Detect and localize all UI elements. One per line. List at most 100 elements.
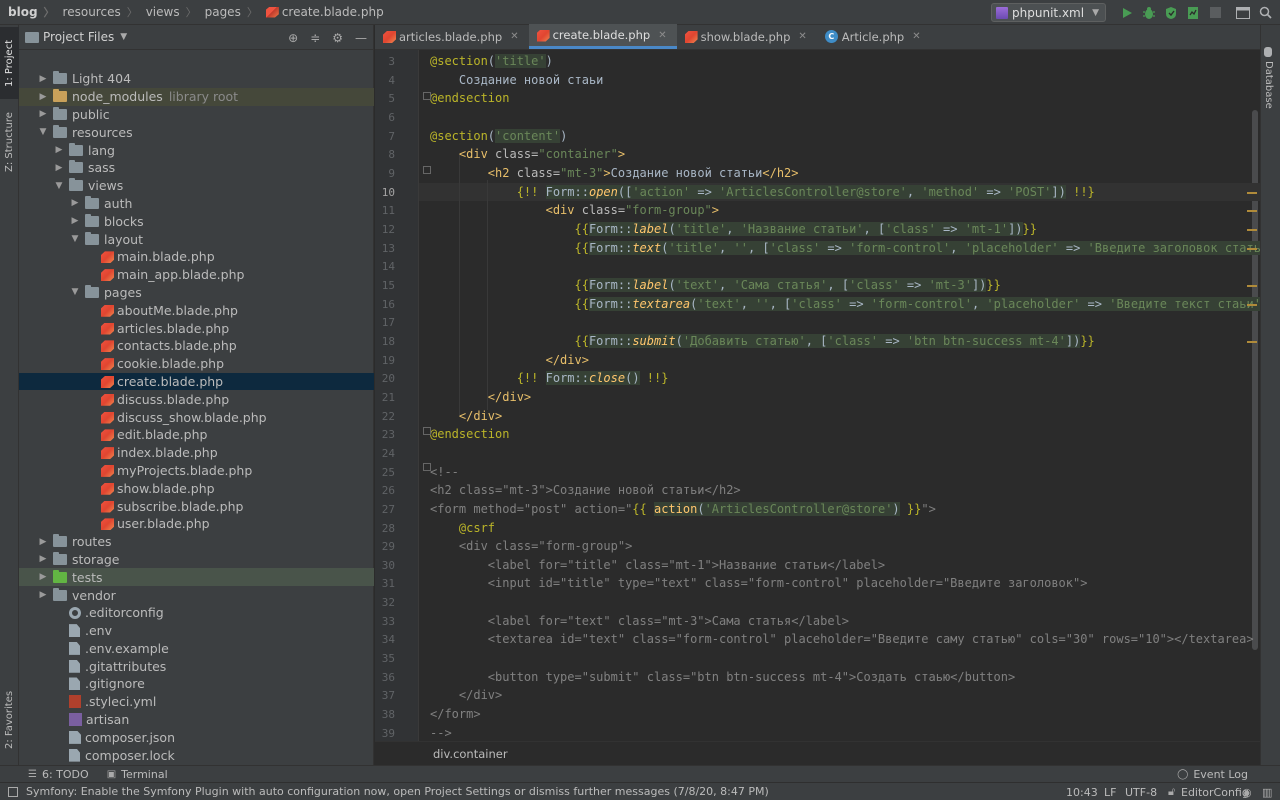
code-line[interactable]: @endsection bbox=[430, 425, 509, 444]
breadcrumb-project[interactable]: blog 〉 bbox=[0, 0, 59, 25]
search-everywhere-icon[interactable] bbox=[1254, 0, 1276, 25]
code-line[interactable]: {!! Form::open(['action' => 'ArticlesCon… bbox=[419, 182, 1260, 202]
tree-folder[interactable]: ▶ auth bbox=[19, 195, 374, 213]
coverage-icon[interactable] bbox=[1160, 0, 1182, 25]
notification-icon[interactable] bbox=[8, 787, 18, 797]
code-line[interactable]: @csrf bbox=[430, 519, 495, 538]
inspector-icon[interactable]: ◉ bbox=[1242, 783, 1252, 800]
tab-favorites[interactable]: 2: Favorites bbox=[0, 680, 19, 760]
code-line[interactable]: </div> bbox=[430, 407, 502, 426]
code-line[interactable]: <div class="form-group"> bbox=[430, 201, 719, 220]
tree-file[interactable]: .gitattributes bbox=[19, 657, 374, 675]
warning-marker[interactable] bbox=[1247, 210, 1257, 213]
chevron-right-icon[interactable]: ▶ bbox=[37, 92, 49, 102]
code-line[interactable]: <label for="title" class="mt-1">Название… bbox=[430, 556, 885, 575]
chevron-right-icon[interactable]: ▶ bbox=[37, 590, 49, 600]
fold-marker-icon[interactable] bbox=[423, 92, 431, 100]
tree-file[interactable]: show.blade.php bbox=[19, 479, 374, 497]
code-line[interactable]: --> bbox=[430, 724, 452, 743]
tree-file[interactable]: artisan bbox=[19, 711, 374, 729]
code-line[interactable]: {{Form::text('title', '', ['class' => 'f… bbox=[430, 239, 1260, 258]
code-line[interactable]: </div> bbox=[430, 686, 502, 705]
tree-file[interactable]: composer.lock bbox=[19, 746, 374, 764]
chevron-right-icon[interactable]: ▶ bbox=[53, 145, 65, 155]
tree-folder[interactable]: ▶ public bbox=[19, 106, 374, 124]
tree-folder[interactable]: ▼ pages bbox=[19, 284, 374, 302]
warning-marker[interactable] bbox=[1247, 284, 1257, 287]
collapse-all-icon[interactable]: ≑ bbox=[310, 31, 320, 45]
chevron-down-icon[interactable]: ▼ bbox=[53, 181, 65, 191]
line-separator[interactable]: LF bbox=[1104, 783, 1116, 800]
chevron-down-icon[interactable]: ▼ bbox=[37, 127, 49, 137]
tree-file[interactable]: main.blade.php bbox=[19, 248, 374, 266]
code-line[interactable]: <textarea id="text" class="form-control"… bbox=[430, 630, 1254, 649]
tree-file[interactable]: user.blade.php bbox=[19, 515, 374, 533]
code-area[interactable]: 3 4 5 6 7 8 9 10 11 12 13 14 15 16 17 18 19 20 21 22 23 24 25 2… bbox=[375, 50, 1260, 765]
tree-file[interactable]: .env bbox=[19, 622, 374, 640]
breadcrumb-tag[interactable]: div.container bbox=[433, 747, 508, 761]
tree-file[interactable]: main_app.blade.php bbox=[19, 266, 374, 284]
close-icon[interactable]: ✕ bbox=[912, 31, 920, 42]
code-line[interactable]: <button type="submit" class="btn btn-suc… bbox=[430, 668, 1015, 687]
debug-icon[interactable] bbox=[1138, 0, 1160, 25]
status-message[interactable]: Symfony: Enable the Symfony Plugin with … bbox=[26, 785, 769, 798]
tree-file[interactable]: index.blade.php bbox=[19, 444, 374, 462]
code-line[interactable]: </div> bbox=[430, 388, 531, 407]
chevron-down-icon[interactable]: ▼ bbox=[69, 287, 81, 297]
tree-folder[interactable]: ▶ vendor bbox=[19, 586, 374, 604]
code-line[interactable]: @section('content') bbox=[430, 127, 567, 146]
tree-folder[interactable]: ▶ node_modules library root bbox=[19, 87, 374, 106]
stop-icon[interactable] bbox=[1204, 0, 1226, 25]
code-line[interactable]: <div class="form-group"> bbox=[430, 537, 632, 556]
memory-indicator[interactable]: ▥ bbox=[1262, 783, 1272, 800]
breadcrumb-file[interactable]: create.blade.php bbox=[262, 0, 388, 25]
caret-position[interactable]: 10:43 bbox=[1066, 783, 1098, 800]
event-log-tab[interactable]: ◯ Event Log bbox=[1177, 768, 1248, 781]
project-view-title[interactable]: Project Files bbox=[43, 30, 114, 44]
tree-file[interactable]: .gitignore bbox=[19, 675, 374, 693]
code-line[interactable]: Создание новой стаьи bbox=[430, 71, 604, 90]
chevron-down-icon[interactable]: ▼ bbox=[69, 234, 81, 244]
close-icon[interactable]: ✕ bbox=[798, 31, 806, 42]
code-line[interactable]: <!-- bbox=[430, 463, 459, 482]
tree-folder[interactable]: ▶ routes bbox=[19, 533, 374, 551]
hide-icon[interactable]: — bbox=[355, 31, 367, 45]
warning-marker[interactable] bbox=[1247, 303, 1257, 306]
chevron-right-icon[interactable]: ▶ bbox=[37, 109, 49, 119]
editorconfig-status[interactable]: EditorConfig bbox=[1181, 783, 1249, 800]
tree-folder[interactable]: ▼ views bbox=[19, 177, 374, 195]
editor-tab[interactable]: create.blade.php ✕ bbox=[528, 24, 677, 49]
chevron-right-icon[interactable]: ▶ bbox=[53, 163, 65, 173]
code-line[interactable]: </form> bbox=[430, 705, 481, 724]
chevron-right-icon[interactable]: ▶ bbox=[37, 572, 49, 582]
breadcrumb-pages[interactable]: pages 〉 bbox=[201, 0, 262, 25]
editor-tab[interactable]: articles.blade.php ✕ bbox=[375, 24, 529, 49]
tree-file[interactable]: discuss_show.blade.php bbox=[19, 408, 374, 426]
code-line[interactable]: {{Form::label('title', 'Название статьи'… bbox=[430, 220, 1037, 239]
file-encoding[interactable]: UTF-8 bbox=[1125, 783, 1157, 800]
tree-file[interactable]: myProjects.blade.php bbox=[19, 462, 374, 480]
code-line[interactable]: <h2 class="mt-3">Создание новой статьи</… bbox=[430, 481, 741, 500]
code-line[interactable]: @endsection bbox=[430, 89, 509, 108]
tree-folder[interactable]: ▶ storage bbox=[19, 551, 374, 569]
profile-icon[interactable] bbox=[1182, 0, 1204, 25]
tree-folder[interactable]: ▶ tests bbox=[19, 568, 374, 587]
code-line[interactable]: {{Form::textarea('text', '', ['class' =>… bbox=[430, 295, 1260, 314]
code-line[interactable]: {{Form::label('text', 'Сама статья', ['c… bbox=[430, 276, 1001, 295]
layout-icon[interactable] bbox=[1232, 0, 1254, 25]
chevron-right-icon[interactable]: ▶ bbox=[37, 554, 49, 564]
breadcrumb-views[interactable]: views 〉 bbox=[142, 0, 201, 25]
warning-marker[interactable] bbox=[1247, 247, 1257, 250]
fold-marker-icon[interactable] bbox=[423, 166, 431, 174]
code-line[interactable]: @section('title') bbox=[430, 52, 553, 71]
code-line[interactable]: <input id="title" type="text" class="for… bbox=[430, 574, 1088, 593]
gear-icon[interactable]: ⚙ bbox=[332, 31, 343, 45]
chevron-down-icon[interactable]: ▼ bbox=[120, 32, 127, 42]
code-line[interactable]: <label for="text" class="mt-3">Сама стат… bbox=[430, 612, 849, 631]
tree-folder[interactable]: ▶ Light 404 bbox=[19, 70, 374, 88]
tab-structure[interactable]: Z: Structure bbox=[0, 103, 19, 181]
tree-file[interactable]: edit.blade.php bbox=[19, 426, 374, 444]
todo-tab[interactable]: ☰ 6: TODO bbox=[28, 768, 89, 781]
chevron-right-icon[interactable]: ▶ bbox=[37, 74, 49, 84]
code-line[interactable]: <h2 class="mt-3">Создание новой статьи</… bbox=[430, 164, 799, 183]
